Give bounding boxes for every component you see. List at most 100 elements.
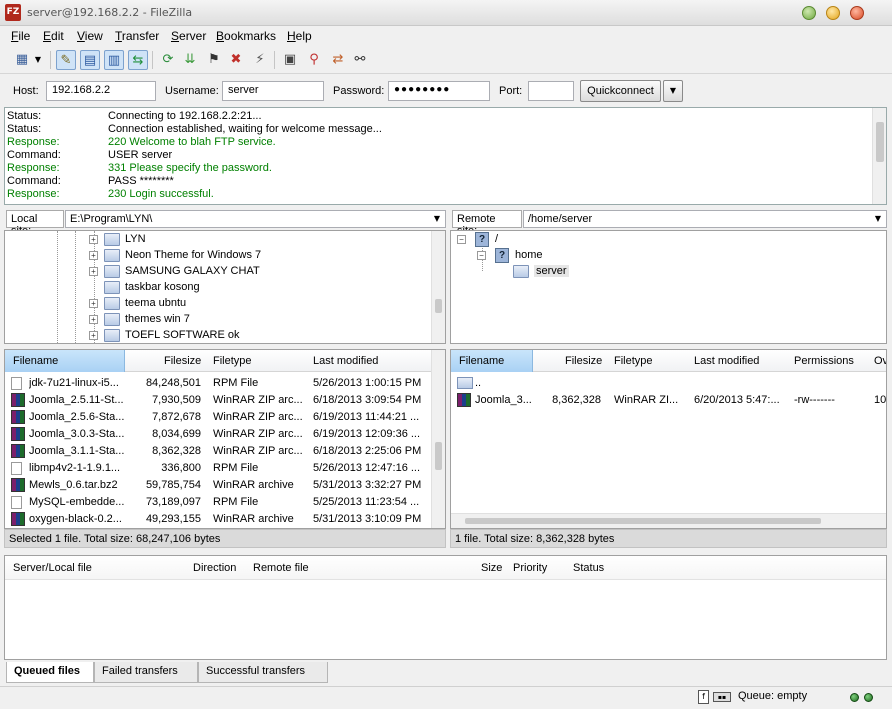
column-filetype[interactable]: Filetype: [213, 355, 252, 367]
toggle-message-log-icon[interactable]: ✎: [56, 50, 76, 70]
cancel-operation-icon[interactable]: ⚑: [204, 50, 224, 70]
log-scrollbar[interactable]: [872, 108, 886, 204]
local-file-scrollbar[interactable]: [431, 350, 445, 528]
toggle-transfer-queue-icon[interactable]: ⇆: [128, 50, 148, 70]
expand-icon[interactable]: +: [89, 267, 98, 276]
remote-file-hscrollbar-thumb[interactable]: [465, 518, 821, 524]
local-tree-scrollbar[interactable]: [431, 231, 445, 343]
toggle-remote-tree-icon[interactable]: ▥: [104, 50, 124, 70]
table-row[interactable]: MySQL-embedde... 73,189,097 RPM File 5/25/2…: [5, 494, 429, 511]
local-file-scrollbar-thumb[interactable]: [435, 442, 442, 470]
maximize-button[interactable]: [826, 6, 840, 20]
disconnect-icon[interactable]: ✖: [226, 50, 246, 70]
toggle-local-tree-icon[interactable]: ▤: [80, 50, 100, 70]
column-status[interactable]: Status: [573, 562, 604, 574]
tab-failed-transfers[interactable]: Failed transfers: [94, 662, 198, 683]
table-row[interactable]: oxygen-black-0.2... 49,293,155 WinRAR arch…: [5, 511, 429, 528]
remote-file-hscrollbar[interactable]: [451, 513, 886, 528]
folder-icon: [104, 281, 120, 294]
expand-icon[interactable]: +: [89, 251, 98, 260]
column-filesize[interactable]: Filesize: [164, 355, 201, 367]
table-row[interactable]: Joomla_2.5.11-St... 7,930,509 WinRAR ZIP a…: [5, 392, 429, 409]
tree-item-label: teema ubntu: [125, 297, 187, 309]
expand-icon[interactable]: +: [89, 315, 98, 324]
column-last-modified[interactable]: Last modified: [313, 355, 378, 367]
expand-icon[interactable]: +: [89, 331, 98, 340]
column-direction[interactable]: Direction: [193, 562, 236, 574]
local-tree-scrollbar-thumb[interactable]: [435, 299, 442, 313]
menu-transfer[interactable]: Transfer: [115, 29, 159, 43]
reconnect-icon[interactable]: ⚡: [250, 50, 270, 70]
column-remote-file[interactable]: Remote file: [253, 562, 309, 574]
table-row[interactable]: Mewls_0.6.tar.bz2 59,785,754 WinRAR archiv…: [5, 477, 429, 494]
process-queue-icon[interactable]: ⇊: [180, 50, 200, 70]
toggle-directory-comparison-icon[interactable]: ⚲: [304, 50, 324, 70]
remote-directory-tree[interactable]: − ? / − ? home server: [450, 230, 887, 344]
collapse-icon[interactable]: −: [457, 235, 466, 244]
parent-directory-row[interactable]: ..: [451, 375, 886, 392]
table-row[interactable]: Joomla_3.1.1-Sta... 8,362,328 WinRAR ZIP a…: [5, 443, 429, 460]
column-permissions[interactable]: Permissions: [794, 355, 854, 367]
file-permissions: -rw-------: [794, 394, 835, 406]
menu-help[interactable]: Help: [287, 29, 312, 43]
expand-icon[interactable]: +: [89, 299, 98, 308]
remote-file-list[interactable]: Filename Filesize Filetype Last modified…: [450, 349, 887, 529]
file-size: 7,930,509: [152, 394, 201, 406]
send-led-icon: [864, 693, 873, 702]
winrar-archive-icon: [11, 410, 25, 424]
remote-path-field[interactable]: /home/server: [523, 210, 887, 228]
password-field[interactable]: ●●●●●●●●: [388, 81, 490, 101]
menu-server[interactable]: Server: [171, 29, 206, 43]
tree-item-label: taskbar kosong: [125, 281, 200, 293]
folder-icon: [104, 329, 120, 342]
table-row[interactable]: jdk-7u21-linux-i5... 84,248,501 RPM File 5/…: [5, 375, 429, 392]
close-button[interactable]: [850, 6, 864, 20]
site-manager-icon[interactable]: ▦: [12, 50, 32, 70]
menu-file[interactable]: File: [11, 29, 30, 43]
encryption-icon[interactable]: ▪▪: [713, 692, 731, 702]
column-last-modified[interactable]: Last modified: [694, 355, 759, 367]
quickconnect-history-dropdown-icon[interactable]: ▼: [663, 80, 683, 102]
menu-bookmarks[interactable]: Bookmarks: [216, 29, 276, 43]
table-row[interactable]: Joomla_3... 8,362,328 WinRAR ZI... 6/20/…: [451, 392, 886, 409]
column-server-local-file[interactable]: Server/Local file: [13, 562, 92, 574]
tab-successful-transfers[interactable]: Successful transfers: [198, 662, 328, 683]
column-size[interactable]: Size: [481, 562, 502, 574]
transfer-queue[interactable]: Server/Local file Direction Remote file …: [4, 555, 887, 660]
log-type: Response:: [7, 136, 60, 148]
minimize-button[interactable]: [802, 6, 816, 20]
quickconnect-button[interactable]: Quickconnect: [580, 80, 661, 102]
local-path-field[interactable]: E:\Program\LYN\: [65, 210, 446, 228]
local-path-dropdown-icon[interactable]: ▼: [430, 210, 444, 228]
expand-icon[interactable]: +: [89, 235, 98, 244]
table-row[interactable]: Joomla_2.5.6-Sta... 7,872,678 WinRAR ZIP a…: [5, 409, 429, 426]
username-field[interactable]: server: [222, 81, 324, 101]
tab-queued-files[interactable]: Queued files: [6, 662, 94, 683]
column-priority[interactable]: Priority: [513, 562, 547, 574]
directory-listing-filters-icon[interactable]: ▣: [280, 50, 300, 70]
window-title: server@192.168.2.2 - FileZilla: [27, 6, 193, 19]
table-row[interactable]: libmp4v2-1-1.9.1... 336,800 RPM File 5/26/2…: [5, 460, 429, 477]
host-field[interactable]: 192.168.2.2: [46, 81, 156, 101]
local-file-list[interactable]: Filename Filesize Filetype Last modified…: [4, 349, 446, 529]
table-row[interactable]: Joomla_3.0.3-Sta... 8,034,699 WinRAR ZIP a…: [5, 426, 429, 443]
log-scrollbar-thumb[interactable]: [876, 122, 884, 162]
remote-path-dropdown-icon[interactable]: ▼: [871, 210, 885, 228]
message-log[interactable]: Status: Connecting to 192.168.2.2:21... …: [4, 107, 887, 205]
column-filesize[interactable]: Filesize: [565, 355, 602, 367]
column-filename[interactable]: Filename: [13, 355, 58, 367]
column-owner[interactable]: Ov: [874, 355, 886, 367]
column-filetype[interactable]: Filetype: [614, 355, 653, 367]
menu-view[interactable]: View: [77, 29, 103, 43]
search-remote-files-icon[interactable]: ⚯: [350, 50, 370, 70]
filter-icon[interactable]: f: [698, 690, 709, 704]
column-filename[interactable]: Filename: [459, 355, 504, 367]
synchronized-browsing-icon[interactable]: ⇄: [328, 50, 348, 70]
port-field[interactable]: [528, 81, 574, 101]
collapse-icon[interactable]: −: [477, 251, 486, 260]
folder-icon: [104, 297, 120, 310]
local-directory-tree[interactable]: + LYN + Neon Theme for Windows 7 + SAMSU…: [4, 230, 446, 344]
refresh-icon[interactable]: ⟳: [158, 50, 178, 70]
menu-edit[interactable]: Edit: [43, 29, 64, 43]
site-manager-dropdown-icon[interactable]: ▼: [32, 50, 44, 70]
